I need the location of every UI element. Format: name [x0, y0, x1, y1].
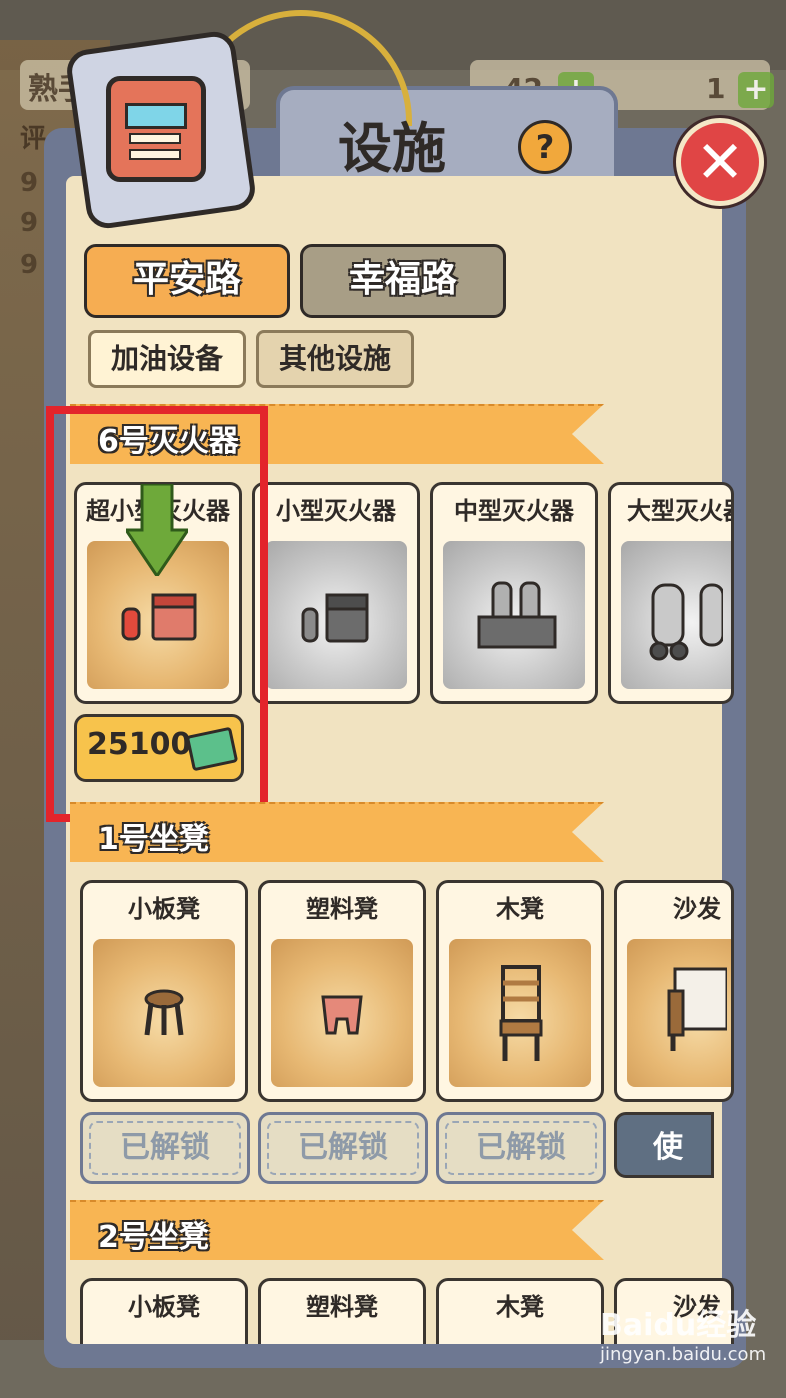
item-card-label: 小板凳 — [128, 895, 200, 923]
tab-fuel-equipment[interactable]: 加油设备 — [88, 330, 246, 388]
watermark-url: jingyan.baidu.com — [600, 1344, 767, 1365]
section-title: 6号灭火器 — [98, 424, 239, 459]
hud-gems: 1 — [706, 72, 726, 105]
side-value: 9 — [20, 168, 39, 198]
item-card-small-stool[interactable]: 小板凳 — [80, 880, 248, 1102]
item-card-label: 小型灭火器 — [276, 497, 396, 525]
unlocked-status-button[interactable]: 已解锁 — [436, 1112, 606, 1184]
extinguisher-cart-icon — [301, 593, 369, 643]
extinguisher-rack-icon — [477, 581, 557, 649]
add-gems-button[interactable]: + — [738, 72, 774, 108]
tab-other-facilities[interactable]: 其他设施 — [256, 330, 414, 388]
tab-xingfu-road[interactable]: 幸福路 — [300, 244, 506, 318]
section-title: 2号坐凳 — [98, 1220, 209, 1255]
item-card-small-extinguisher[interactable]: 小型灭火器 — [252, 482, 420, 704]
close-button[interactable]: ✕ — [676, 118, 764, 206]
fuel-pump-icon — [106, 76, 206, 182]
small-extinguisher-icon — [121, 593, 197, 641]
wooden-chair-icon — [499, 965, 543, 1061]
item-card-image — [93, 939, 235, 1087]
baidu-watermark: Baidu经验 jingyan.baidu.com — [600, 1300, 767, 1380]
item-card-label: 塑料凳 — [306, 1293, 378, 1321]
item-card-large-extinguisher[interactable]: 大型灭火器 — [608, 482, 734, 704]
side-value: 9 — [20, 250, 39, 280]
plastic-stool-icon — [321, 995, 363, 1035]
item-card-image — [443, 541, 585, 689]
side-value: 9 — [20, 208, 39, 238]
section-title: 1号坐凳 — [98, 822, 209, 857]
tab-pingan-road[interactable]: 平安路 — [84, 244, 290, 318]
item-card-image — [265, 541, 407, 689]
use-button[interactable]: 使用 — [614, 1112, 714, 1178]
item-card-label: 塑料凳 — [306, 895, 378, 923]
item-card-plastic-stool[interactable]: 塑料凳 — [258, 880, 426, 1102]
item-card-sofa[interactable]: 沙发 — [614, 880, 734, 1102]
item-card-label: 木凳 — [496, 895, 544, 923]
item-card-label: 木凳 — [496, 1293, 544, 1321]
unlocked-status-button[interactable]: 已解锁 — [80, 1112, 250, 1184]
buy-price-button[interactable]: 25100 — [74, 714, 244, 782]
item-card-image — [271, 939, 413, 1087]
guide-arrow-down-icon — [126, 484, 188, 576]
unlocked-status-button[interactable]: 已解锁 — [258, 1112, 428, 1184]
item-card-image — [627, 939, 731, 1087]
stool-icon — [144, 989, 184, 1036]
watermark-brand: Baidu经验 — [600, 1308, 757, 1343]
large-extinguisher-icon — [649, 583, 723, 661]
item-card-medium-extinguisher[interactable]: 中型灭火器 — [430, 482, 598, 704]
help-button[interactable]: ? — [518, 120, 572, 174]
item-card-label: 中型灭火器 — [454, 497, 574, 525]
item-card-label: 小板凳 — [128, 1293, 200, 1321]
item-card-image — [449, 939, 591, 1087]
hud-rank-sub: 评 — [20, 124, 47, 154]
item-card-image — [621, 541, 731, 689]
item-card-label: 大型灭火器 — [627, 497, 731, 525]
price-value: 25100 — [87, 727, 192, 762]
item-card-label: 沙发 — [673, 895, 721, 923]
cash-icon — [185, 726, 239, 772]
dialog-title: 设施 — [338, 117, 446, 180]
item-card-wooden-chair[interactable]: 木凳 — [436, 880, 604, 1102]
sofa-icon — [667, 967, 727, 1051]
